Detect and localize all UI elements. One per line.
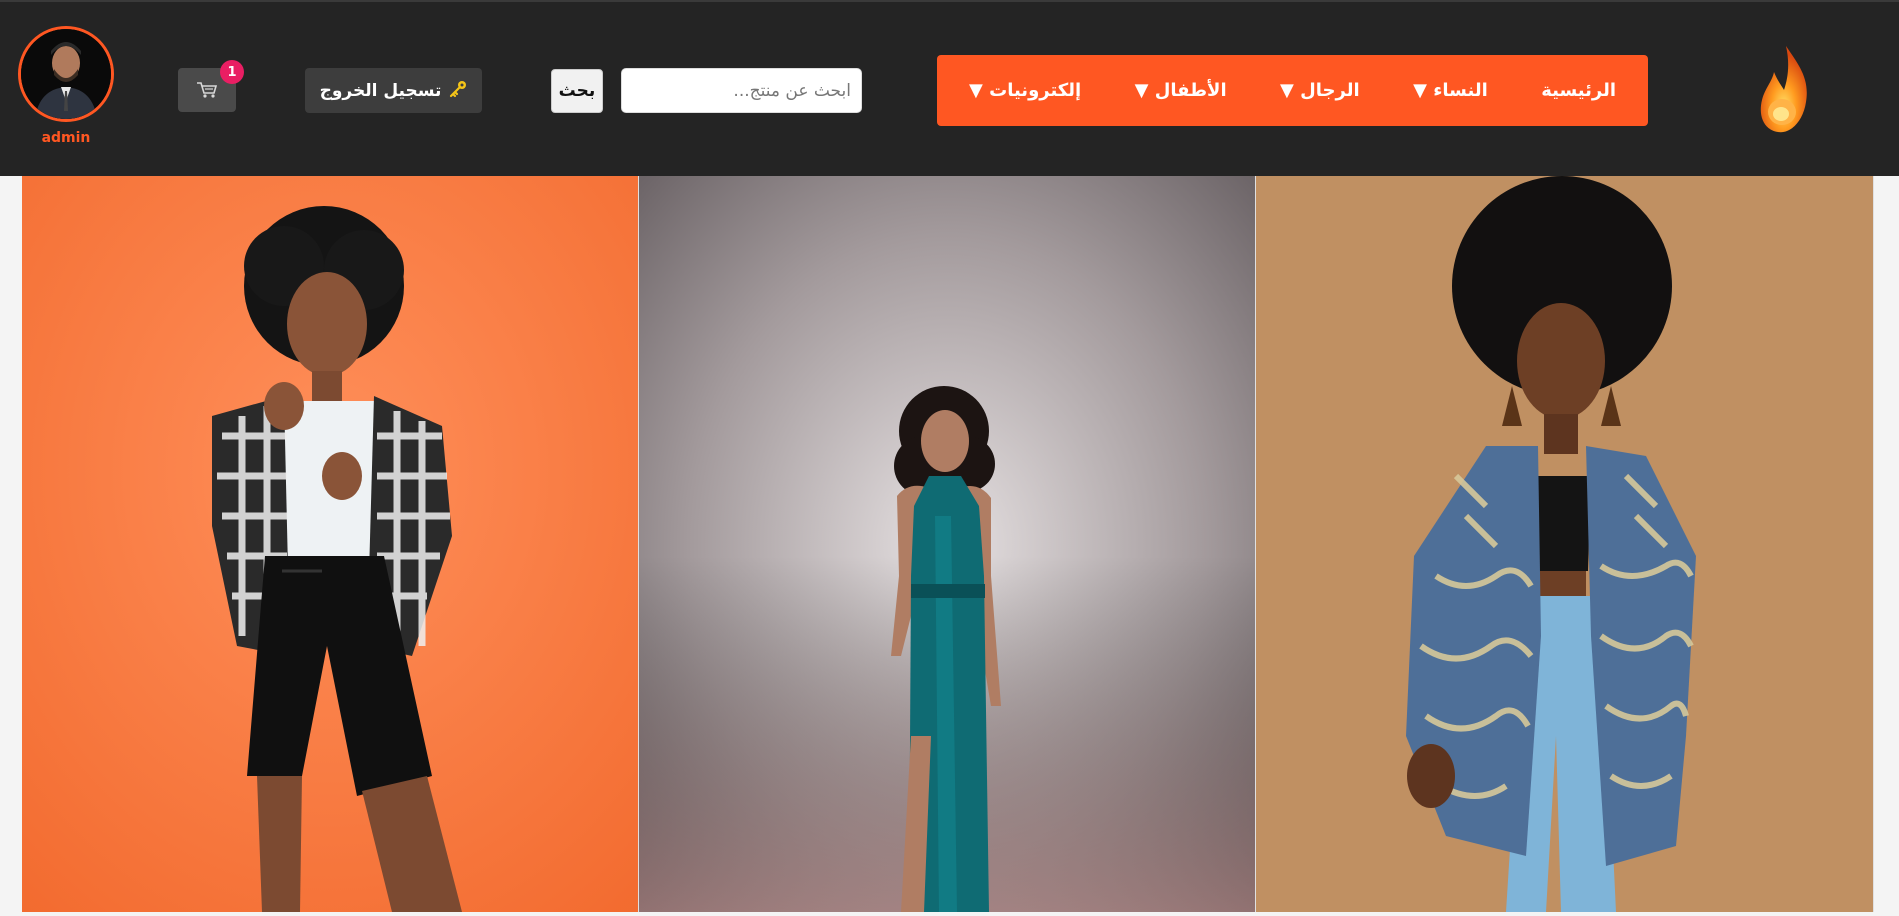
avatar[interactable]	[18, 26, 114, 122]
nav-item-home[interactable]: الرئيسية	[1541, 80, 1616, 101]
teal-dress-photo[interactable]	[639, 176, 1256, 912]
page-margin-left	[0, 176, 22, 916]
page-margin-right	[1874, 176, 1899, 916]
main-nav: الرئيسية النساء ▼ الرجال ▼ الأطفال ▼ إلك…	[937, 55, 1648, 126]
user-profile[interactable]: admin	[16, 26, 116, 146]
cart-button[interactable]: 1	[178, 60, 244, 112]
nav-item-electronics[interactable]: إلكترونيات ▼	[969, 80, 1081, 101]
orange-backdrop-photo[interactable]	[22, 176, 639, 912]
cart-icon	[197, 82, 218, 98]
avatar-photo-icon	[21, 29, 111, 119]
search-button[interactable]: بحث	[551, 69, 603, 113]
nav-item-men[interactable]: الرجال ▼	[1280, 80, 1360, 101]
nav-item-women[interactable]: النساء ▼	[1413, 80, 1488, 101]
nav-item-kids[interactable]: الأطفال ▼	[1135, 80, 1227, 101]
search-input[interactable]	[621, 68, 862, 113]
hero-gallery	[22, 176, 1874, 912]
logout-button[interactable]: تسجيل الخروج	[305, 68, 482, 113]
key-icon	[449, 80, 467, 102]
top-navbar: admin 1 تسجيل الخروج بحث الرئيسية النساء…	[0, 0, 1899, 176]
fire-logo-icon[interactable]	[1752, 42, 1816, 140]
logout-label: تسجيل الخروج	[319, 80, 442, 101]
username-label: admin	[41, 130, 91, 146]
cart-count-badge: 1	[220, 60, 244, 84]
patterned-shirt-photo[interactable]	[1256, 176, 1874, 912]
